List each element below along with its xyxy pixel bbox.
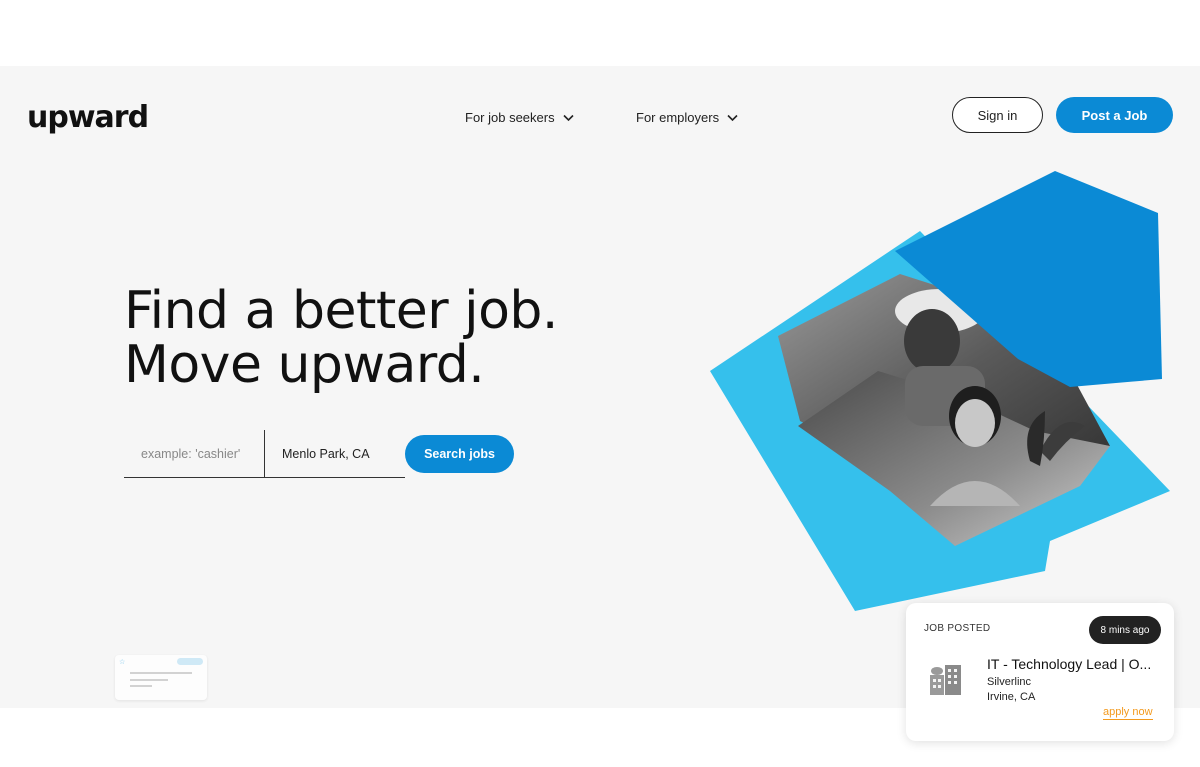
mini-line	[130, 672, 192, 674]
job-title[interactable]: IT - Technology Lead | O...	[987, 656, 1162, 672]
chevron-down-icon	[727, 114, 738, 121]
hero-headline: Find a better job. Move upward.	[124, 284, 558, 392]
post-a-job-button[interactable]: Post a Job	[1056, 97, 1173, 133]
nav-for-employers[interactable]: For employers	[636, 110, 738, 125]
job-company: Silverlinc	[987, 676, 1032, 688]
hero-graphic	[710, 171, 1170, 611]
apply-now-link[interactable]: apply now	[1103, 706, 1153, 720]
mini-line	[130, 685, 152, 687]
nav-label-job-seekers: For job seekers	[465, 110, 555, 125]
sign-in-button[interactable]: Sign in	[952, 97, 1043, 133]
location-input[interactable]: Menlo Park, CA	[265, 430, 405, 478]
job-card-label: JOB POSTED	[924, 623, 991, 634]
mini-status-pill	[177, 658, 203, 665]
job-location: Irvine, CA	[987, 691, 1036, 703]
upward-logo[interactable]: upward	[27, 100, 149, 135]
mini-activity-card: ☆	[115, 655, 207, 700]
nav-for-job-seekers[interactable]: For job seekers	[465, 110, 574, 125]
search-jobs-button[interactable]: Search jobs	[405, 435, 514, 473]
headline-line-1: Find a better job.	[124, 281, 558, 341]
job-keyword-input[interactable]: example: 'cashier'	[124, 430, 265, 478]
mini-line	[130, 679, 168, 681]
building-icon	[930, 665, 961, 695]
chevron-down-icon	[563, 114, 574, 121]
posted-time-badge: 8 mins ago	[1089, 616, 1161, 644]
nav-label-employers: For employers	[636, 110, 720, 125]
job-posted-card[interactable]: JOB POSTED 8 mins ago IT - Technology Le…	[906, 603, 1174, 741]
headline-line-2: Move upward.	[124, 335, 485, 395]
star-icon: ☆	[119, 659, 126, 666]
